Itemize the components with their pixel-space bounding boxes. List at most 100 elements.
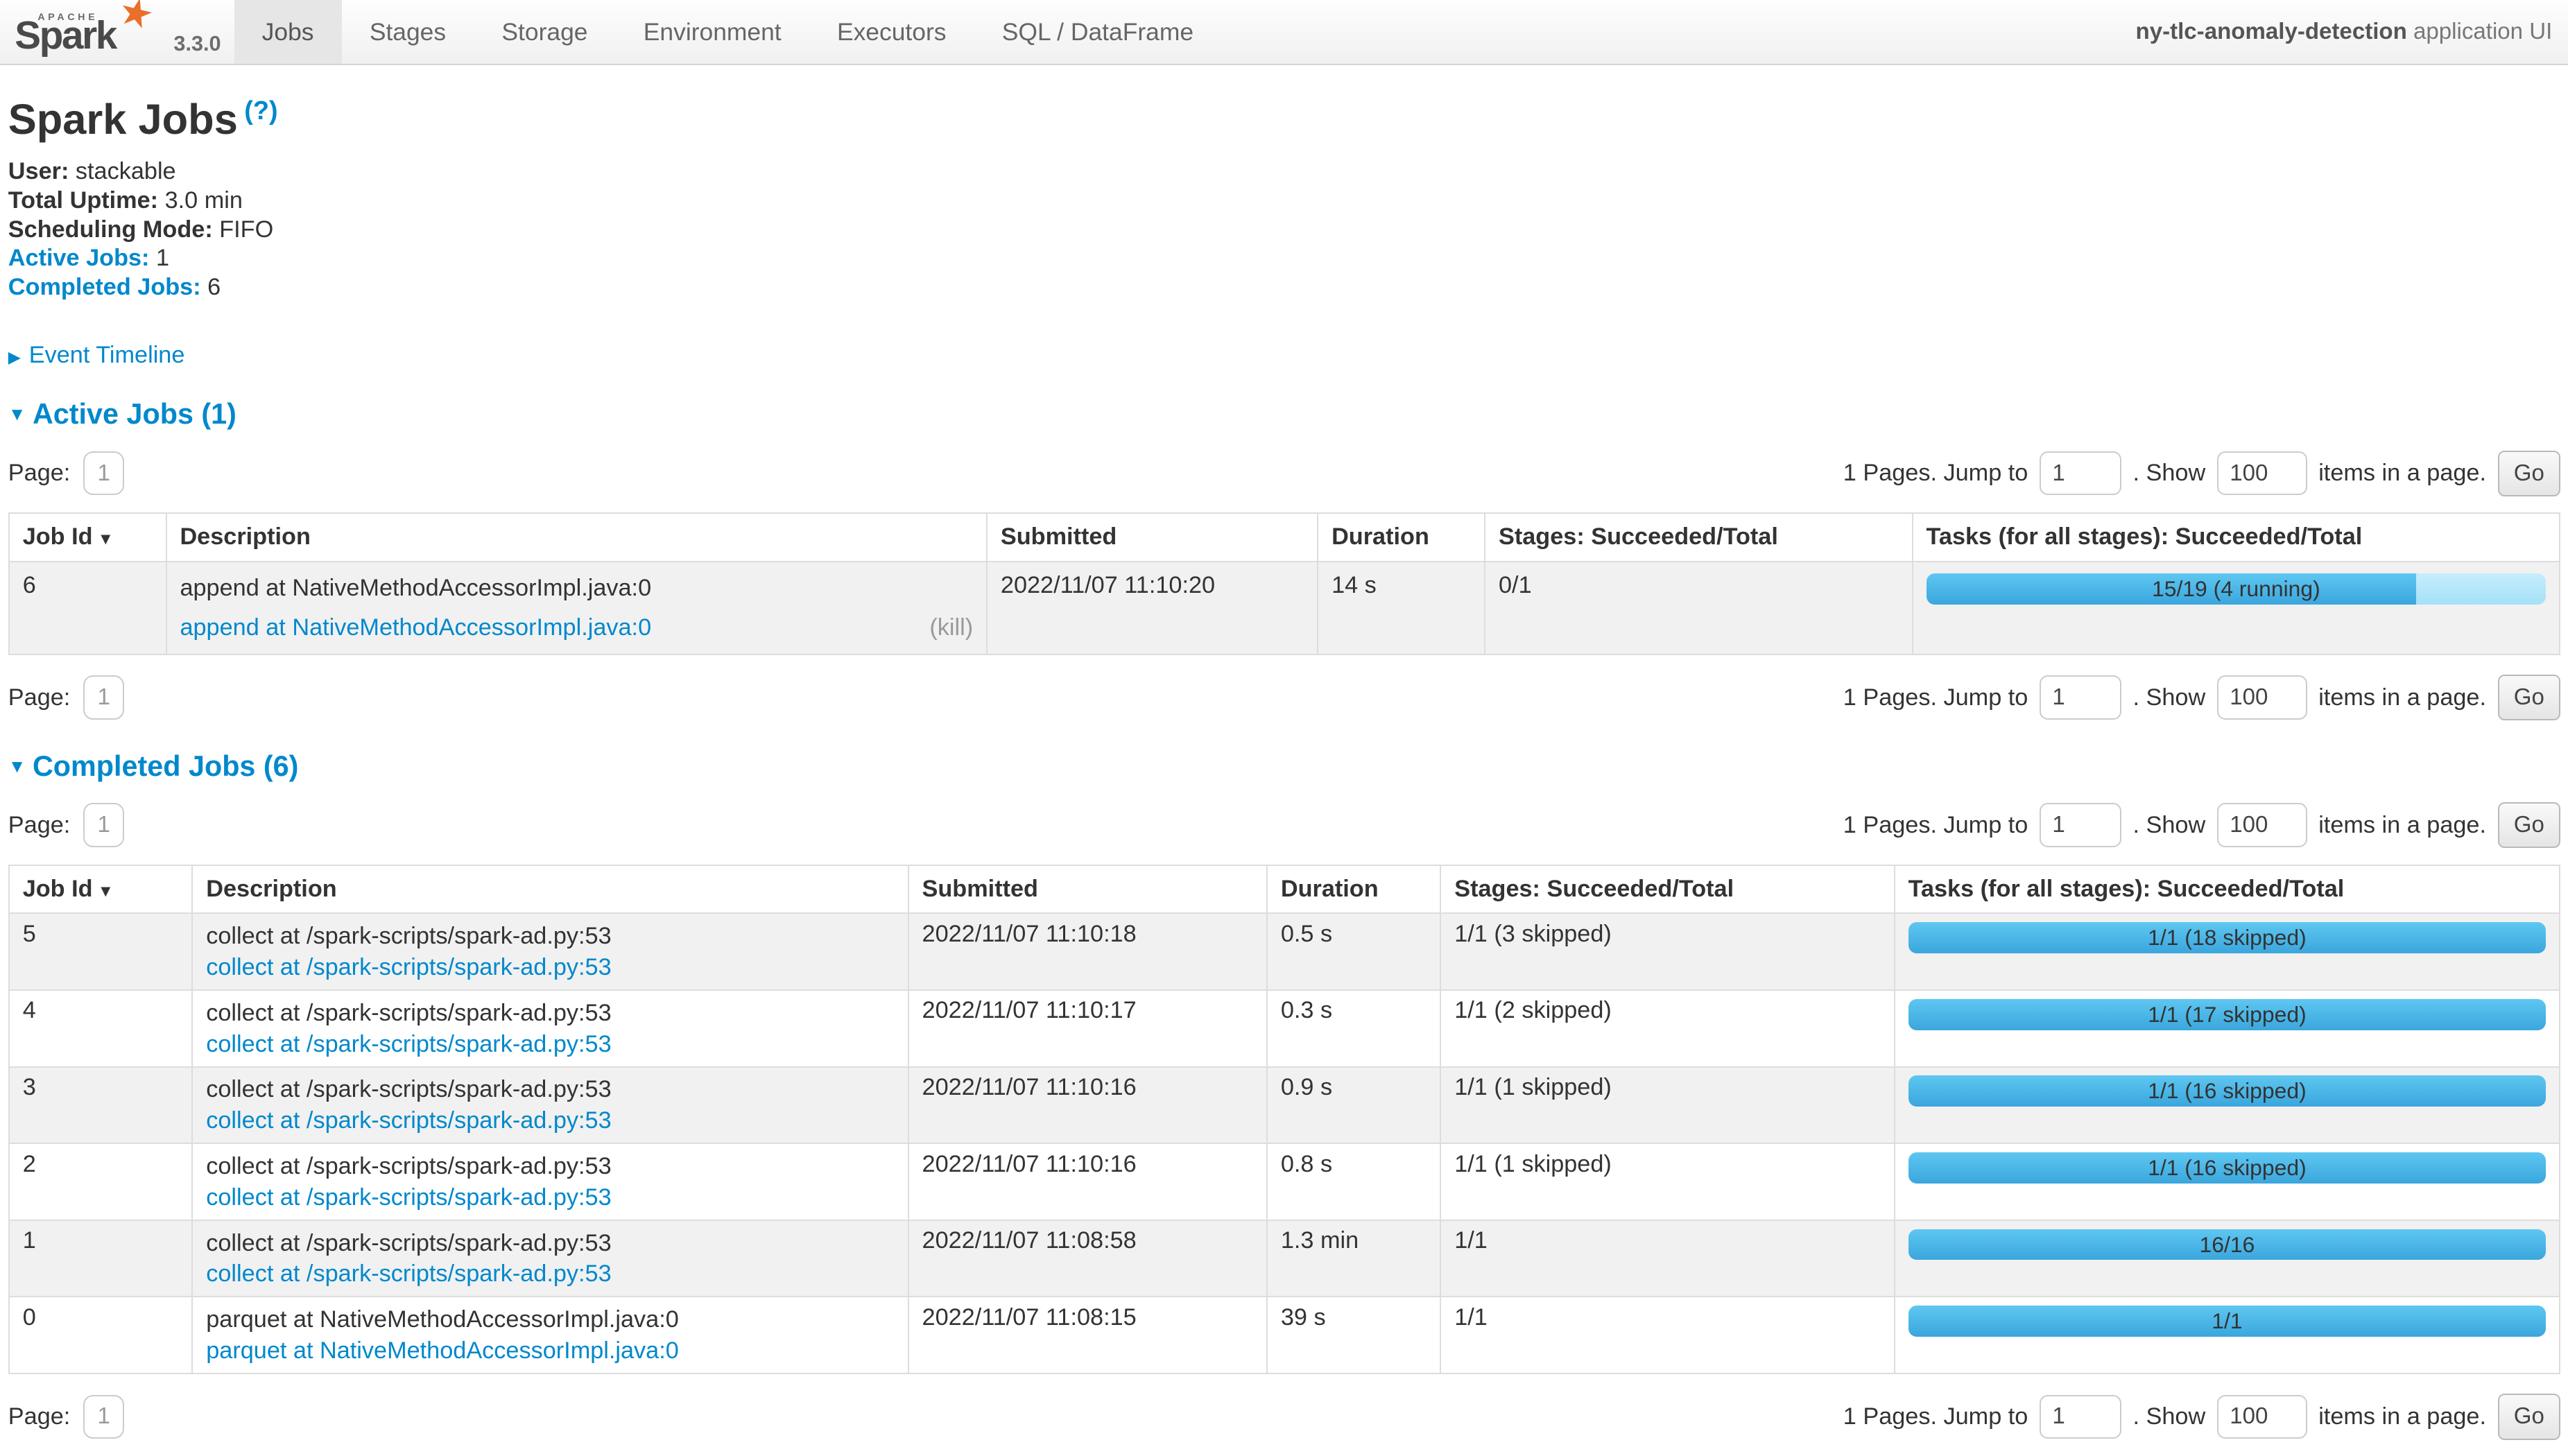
column-stages[interactable]: Stages: Succeeded/Total [1485, 513, 1913, 561]
progress-label: 1/1 (17 skipped) [1908, 999, 2547, 1030]
job-id-cell: 4 [9, 990, 193, 1067]
column-job-id[interactable]: Job Id▼ [9, 865, 193, 913]
tasks-cell: 1/1 (16 skipped) [1895, 1067, 2560, 1144]
summary-active-jobs-link[interactable]: Active Jobs: [8, 245, 150, 271]
go-button[interactable]: Go [2498, 675, 2561, 720]
job-id-cell: 6 [9, 562, 166, 655]
sort-arrow-icon: ▼ [98, 883, 114, 901]
go-button[interactable]: Go [2498, 1394, 2561, 1439]
tasks-cell: 1/1 (16 skipped) [1895, 1143, 2560, 1220]
column-duration[interactable]: Duration [1318, 513, 1485, 561]
event-timeline-toggle[interactable]: ▶Event Timeline [8, 342, 2560, 369]
stages-cell: 1/1 [1440, 1220, 1894, 1297]
items-in-page-label: items in a page. [2318, 1403, 2486, 1430]
pagination-controls: 1 Pages. Jump to . Show items in a page.… [1843, 802, 2560, 848]
page-number-button[interactable]: 1 [83, 803, 124, 847]
tasks-cell: 1/1 (18 skipped) [1895, 913, 2560, 990]
job-detail-link[interactable]: append at NativeMethodAccessorImpl.java:… [180, 613, 651, 643]
column-submitted[interactable]: Submitted [987, 513, 1318, 561]
description-cell: parquet at NativeMethodAccessorImpl.java… [192, 1297, 908, 1373]
pagination-controls: 1 Pages. Jump to . Show items in a page.… [1843, 675, 2560, 720]
summary-completed-jobs-link[interactable]: Completed Jobs: [8, 274, 201, 300]
duration-cell: 39 s [1267, 1297, 1440, 1373]
description-text: parquet at NativeMethodAccessorImpl.java… [206, 1306, 895, 1333]
table-row: 4 collect at /spark-scripts/spark-ad.py:… [9, 990, 2560, 1067]
tab-storage[interactable]: Storage [474, 0, 615, 64]
description-cell: collect at /spark-scripts/spark-ad.py:53… [192, 1143, 908, 1220]
page-number-button[interactable]: 1 [83, 1395, 124, 1439]
job-detail-link[interactable]: collect at /spark-scripts/spark-ad.py:53 [206, 1260, 611, 1288]
jump-to-page-input[interactable] [2040, 803, 2121, 847]
column-submitted[interactable]: Submitted [908, 865, 1267, 913]
completed-pagination-bottom: Page: 1 1 Pages. Jump to . Show items in… [8, 1394, 2560, 1439]
active-jobs-section-header[interactable]: ▼Active Jobs (1) [8, 398, 2560, 431]
tab-environment[interactable]: Environment [616, 0, 809, 64]
tab-executors[interactable]: Executors [809, 0, 974, 64]
column-job-id[interactable]: Job Id▼ [9, 513, 166, 561]
summary-completed-jobs-value: 6 [207, 274, 221, 300]
items-per-page-input[interactable] [2217, 1395, 2307, 1439]
column-description[interactable]: Description [166, 513, 987, 561]
help-link[interactable]: (?) [244, 96, 277, 125]
active-pagination-top: Page: 1 1 Pages. Jump to . Show items in… [8, 451, 2560, 496]
tab-sql-dataframe[interactable]: SQL / DataFrame [974, 0, 1222, 64]
pages-jump-label: 1 Pages. Jump to [1843, 1403, 2028, 1430]
jump-to-page-input[interactable] [2040, 1395, 2121, 1439]
completed-jobs-section-header[interactable]: ▼Completed Jobs (6) [8, 750, 2560, 783]
description-text: collect at /spark-scripts/spark-ad.py:53 [206, 1152, 895, 1180]
progress-label: 1/1 (16 skipped) [1908, 1075, 2547, 1107]
submitted-cell: 2022/11/07 11:10:20 [987, 562, 1318, 655]
job-detail-link[interactable]: collect at /spark-scripts/spark-ad.py:53 [206, 953, 611, 981]
column-tasks[interactable]: Tasks (for all stages): Succeeded/Total [1913, 513, 2560, 561]
progress-label: 1/1 (18 skipped) [1908, 922, 2547, 953]
job-detail-link[interactable]: collect at /spark-scripts/spark-ad.py:53 [206, 1030, 611, 1058]
page-number-button[interactable]: 1 [83, 451, 124, 496]
tab-jobs[interactable]: Jobs [234, 0, 342, 64]
duration-cell: 14 s [1318, 562, 1485, 655]
show-label: . Show [2133, 1403, 2206, 1430]
submitted-cell: 2022/11/07 11:10:18 [908, 913, 1267, 990]
duration-cell: 0.3 s [1267, 990, 1440, 1067]
description-cell: append at NativeMethodAccessorImpl.java:… [166, 562, 987, 655]
table-header-row: Job Id▼ Description Submitted Duration S… [9, 865, 2560, 913]
submitted-cell: 2022/11/07 11:10:17 [908, 990, 1267, 1067]
description-cell: collect at /spark-scripts/spark-ad.py:53… [192, 913, 908, 990]
column-stages[interactable]: Stages: Succeeded/Total [1440, 865, 1894, 913]
description-text: collect at /spark-scripts/spark-ad.py:53 [206, 999, 895, 1027]
sort-arrow-icon: ▼ [98, 530, 114, 548]
tasks-cell: 16/16 [1895, 1220, 2560, 1297]
progress-label: 1/1 [1908, 1306, 2547, 1337]
tab-stages[interactable]: Stages [342, 0, 474, 64]
summary-completed-jobs: Completed Jobs: 6 [8, 273, 2560, 302]
job-detail-link[interactable]: collect at /spark-scripts/spark-ad.py:53 [206, 1107, 611, 1134]
description-cell: collect at /spark-scripts/spark-ad.py:53… [192, 1067, 908, 1144]
job-detail-link[interactable]: parquet at NativeMethodAccessorImpl.java… [206, 1337, 679, 1364]
active-pagination-bottom: Page: 1 1 Pages. Jump to . Show items in… [8, 675, 2560, 720]
nav-tabs: Jobs Stages Storage Environment Executor… [234, 0, 1222, 64]
page-title: Spark Jobs(?) [8, 95, 2560, 144]
page-number-button[interactable]: 1 [83, 675, 124, 720]
column-tasks[interactable]: Tasks (for all stages): Succeeded/Total [1895, 865, 2560, 913]
application-ui-suffix: application UI [2407, 19, 2553, 44]
items-per-page-input[interactable] [2217, 803, 2307, 847]
table-row: 2 collect at /spark-scripts/spark-ad.py:… [9, 1143, 2560, 1220]
application-name-strong: ny-tlc-anomaly-detection [2136, 19, 2407, 44]
column-duration[interactable]: Duration [1267, 865, 1440, 913]
active-jobs-title: Active Jobs (1) [33, 398, 236, 430]
kill-job-link[interactable]: (kill) [929, 613, 973, 643]
items-per-page-input[interactable] [2217, 675, 2307, 720]
progress-label: 16/16 [1908, 1229, 2547, 1260]
stages-cell: 0/1 [1485, 562, 1913, 655]
progress-label: 1/1 (16 skipped) [1908, 1152, 2547, 1184]
table-header-row: Job Id▼ Description Submitted Duration S… [9, 513, 2560, 561]
items-per-page-input[interactable] [2217, 451, 2307, 496]
go-button[interactable]: Go [2498, 802, 2561, 848]
tasks-cell: 1/1 [1895, 1297, 2560, 1373]
go-button[interactable]: Go [2498, 451, 2561, 496]
job-detail-link[interactable]: collect at /spark-scripts/spark-ad.py:53 [206, 1184, 611, 1211]
jump-to-page-input[interactable] [2040, 675, 2121, 720]
column-description[interactable]: Description [192, 865, 908, 913]
table-row: 1 collect at /spark-scripts/spark-ad.py:… [9, 1220, 2560, 1297]
jump-to-page-input[interactable] [2040, 451, 2121, 496]
summary-scheduling-mode-label: Scheduling Mode: [8, 216, 213, 243]
